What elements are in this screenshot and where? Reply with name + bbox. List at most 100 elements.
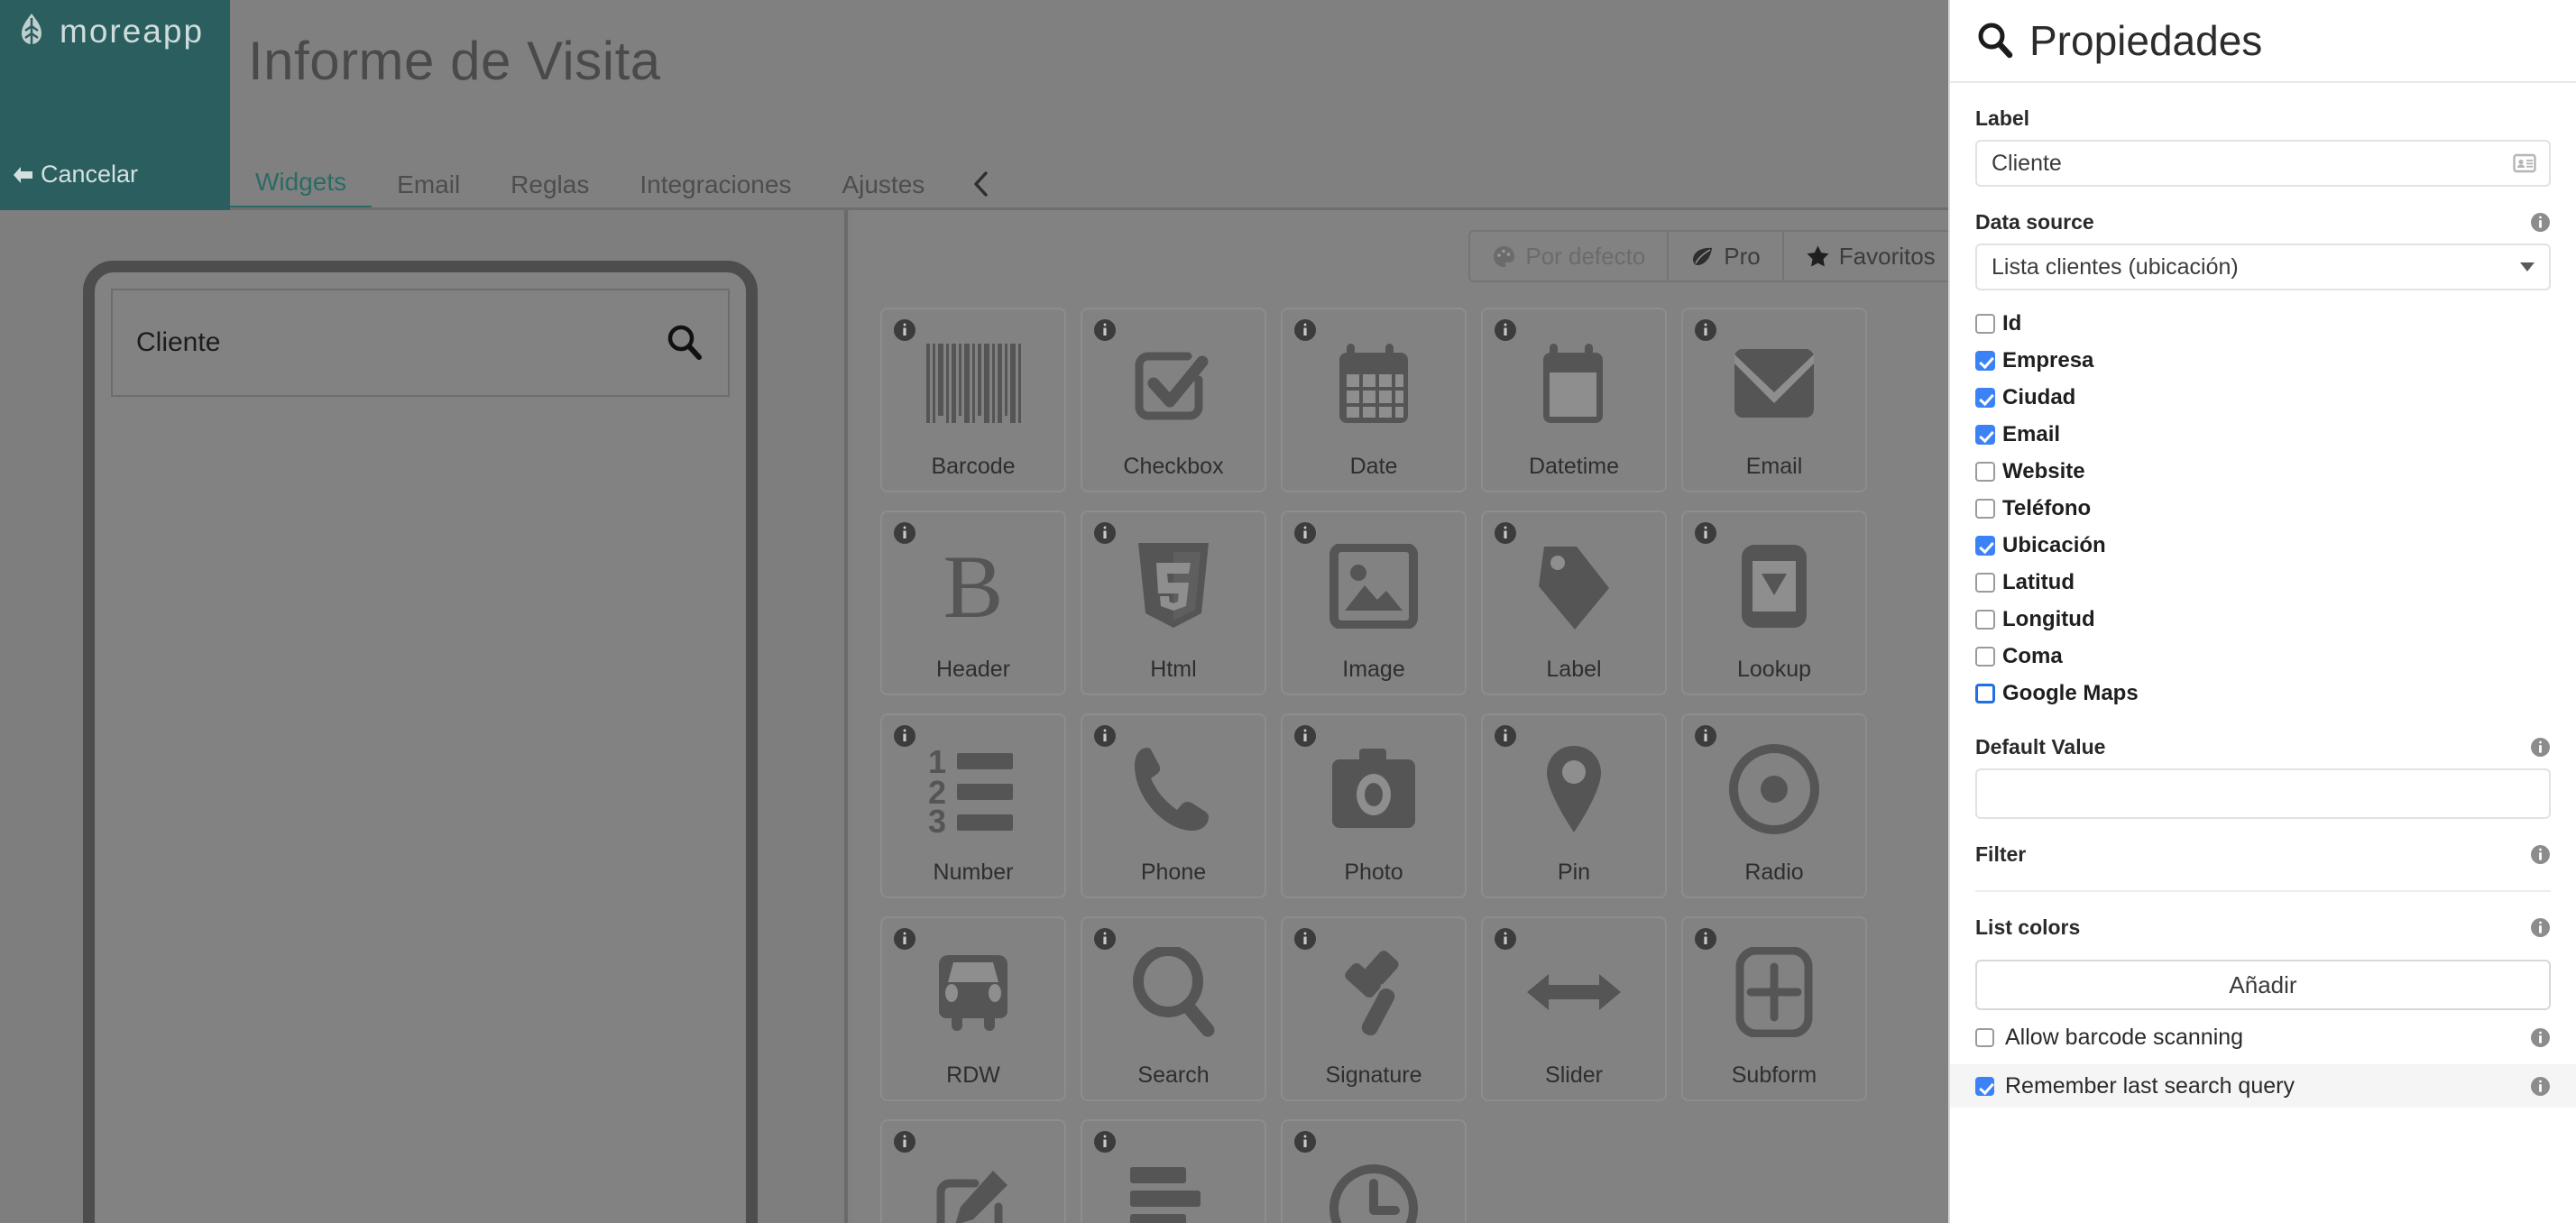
column-checkbox-email[interactable]: Email <box>1975 416 2551 453</box>
checkbox-box[interactable] <box>1975 572 1995 593</box>
remember-last-search-query-option[interactable]: Remember last search query <box>1950 1064 2576 1108</box>
widget-card-text[interactable] <box>880 1119 1066 1223</box>
chevron-left-icon[interactable] <box>950 170 1013 210</box>
tab-integraciones[interactable]: Integraciones <box>614 172 816 210</box>
widget-card-radio[interactable]: Radio <box>1681 713 1867 898</box>
info-icon[interactable] <box>893 521 916 545</box>
column-checkbox-id[interactable]: Id <box>1975 305 2551 342</box>
info-icon[interactable] <box>1694 724 1717 748</box>
brand-name: moreapp <box>60 13 205 50</box>
widget-card-datetime[interactable]: Datetime <box>1481 308 1667 492</box>
widget-label: Number <box>933 860 1014 885</box>
info-icon[interactable] <box>1093 927 1117 951</box>
checkbox-box[interactable] <box>1975 609 1995 630</box>
info-icon[interactable] <box>1494 927 1517 951</box>
info-icon[interactable] <box>2530 917 2551 938</box>
info-icon[interactable] <box>1694 521 1717 545</box>
info-icon[interactable] <box>1093 724 1117 748</box>
info-icon[interactable] <box>1494 724 1517 748</box>
phone-frame: Cliente <box>83 261 758 1223</box>
checkbox-box[interactable] <box>1975 387 1995 408</box>
checkbox-box[interactable] <box>1975 683 1995 703</box>
tab-widgets[interactable]: Widgets <box>230 170 373 210</box>
checkbox-box[interactable] <box>1975 646 1995 667</box>
filter-pro-button[interactable]: Pro <box>1669 230 1784 282</box>
widget-card-number[interactable]: 123 Number <box>880 713 1066 898</box>
widget-card-search[interactable]: Search <box>1081 916 1266 1101</box>
info-icon[interactable] <box>893 1130 916 1154</box>
info-icon[interactable] <box>1093 1130 1117 1154</box>
info-icon[interactable] <box>1494 521 1517 545</box>
label-input[interactable]: Cliente <box>1975 140 2551 187</box>
column-checkbox-telefono[interactable]: Teléfono <box>1975 490 2551 527</box>
info-icon[interactable] <box>893 927 916 951</box>
contact-card-icon[interactable] <box>2513 152 2536 175</box>
checkbox-box[interactable] <box>1975 350 1995 371</box>
widget-card-checkbox[interactable]: Checkbox <box>1081 308 1266 492</box>
info-icon[interactable] <box>1694 318 1717 342</box>
info-icon[interactable] <box>2530 737 2551 758</box>
widget-card-signature[interactable]: Signature <box>1281 916 1467 1101</box>
default-value-input[interactable] <box>1975 768 2551 819</box>
filter-favoritos-label: Favoritos <box>1838 242 1936 270</box>
widget-card-date[interactable]: Date <box>1281 308 1467 492</box>
info-icon[interactable] <box>893 724 916 748</box>
widget-card-rdw[interactable]: RDW <box>880 916 1066 1101</box>
info-icon[interactable] <box>2530 844 2551 865</box>
column-checkbox-website[interactable]: Website <box>1975 453 2551 490</box>
checkbox-box[interactable] <box>1975 535 1995 556</box>
info-icon[interactable] <box>1293 1130 1317 1154</box>
widget-card-time[interactable] <box>1281 1119 1467 1223</box>
widget-card-lookup[interactable]: Lookup <box>1681 510 1867 695</box>
widget-card-email[interactable]: Email <box>1681 308 1867 492</box>
data-source-select[interactable]: Lista clientes (ubicación) <box>1975 244 2551 290</box>
column-checkbox-google-maps[interactable]: Google Maps <box>1975 675 2551 712</box>
info-icon[interactable] <box>1293 318 1317 342</box>
column-checkbox-latitud[interactable]: Latitud <box>1975 564 2551 601</box>
cancel-button[interactable]: Cancelar <box>11 161 138 189</box>
widget-card-photo[interactable]: Photo <box>1281 713 1467 898</box>
app-root: moreapp Cancelar Informe de Visita Widge… <box>0 0 2576 1223</box>
info-icon[interactable] <box>1293 724 1317 748</box>
info-icon[interactable] <box>1694 927 1717 951</box>
add-list-color-button[interactable]: Añadir <box>1975 960 2551 1010</box>
allow-barcode-scanning-option[interactable]: Allow barcode scanning <box>1975 1016 2551 1059</box>
widget-card-phone[interactable]: Phone <box>1081 713 1266 898</box>
column-checkbox-coma[interactable]: Coma <box>1975 638 2551 675</box>
filter-por-defecto-button[interactable]: Por defecto <box>1468 230 1670 282</box>
info-icon[interactable] <box>1093 521 1117 545</box>
info-icon[interactable] <box>2530 212 2551 233</box>
tab-reglas[interactable]: Reglas <box>485 172 614 210</box>
checkbox-box[interactable] <box>1975 424 1995 445</box>
column-checkbox-longitud[interactable]: Longitud <box>1975 601 2551 638</box>
column-checkbox-empresa[interactable]: Empresa <box>1975 342 2551 379</box>
tab-email[interactable]: Email <box>372 172 485 210</box>
checkbox-box[interactable] <box>1975 498 1995 519</box>
default-value-caption: Default Value <box>1975 735 2106 759</box>
checkbox-box[interactable] <box>1975 313 1995 334</box>
info-icon[interactable] <box>1494 318 1517 342</box>
checkbox-box[interactable] <box>1975 1076 1994 1096</box>
widget-card-slider[interactable]: Slider <box>1481 916 1667 1101</box>
tab-ajustes[interactable]: Ajustes <box>816 172 950 210</box>
widget-card-header[interactable]: B Header <box>880 510 1066 695</box>
info-icon[interactable] <box>2530 1076 2551 1097</box>
info-icon[interactable] <box>1293 927 1317 951</box>
info-icon[interactable] <box>1293 521 1317 545</box>
preview-search-widget[interactable]: Cliente <box>111 289 730 397</box>
info-icon[interactable] <box>2530 1027 2551 1048</box>
widget-card-subform[interactable]: Subform <box>1681 916 1867 1101</box>
widget-card-label[interactable]: Label <box>1481 510 1667 695</box>
widget-card-pin[interactable]: Pin <box>1481 713 1667 898</box>
widget-card-html[interactable]: Html <box>1081 510 1266 695</box>
widget-card-textarea[interactable] <box>1081 1119 1266 1223</box>
widget-card-barcode[interactable]: Barcode <box>880 308 1066 492</box>
column-checkbox-ciudad[interactable]: Ciudad <box>1975 379 2551 416</box>
filter-favoritos-button[interactable]: Favoritos <box>1783 230 1959 282</box>
info-icon[interactable] <box>1093 318 1117 342</box>
column-checkbox-ubicacion[interactable]: Ubicación <box>1975 527 2551 564</box>
checkbox-box[interactable] <box>1975 461 1995 482</box>
checkbox-box[interactable] <box>1975 1027 1994 1047</box>
widget-card-image[interactable]: Image <box>1281 510 1467 695</box>
info-icon[interactable] <box>893 318 916 342</box>
